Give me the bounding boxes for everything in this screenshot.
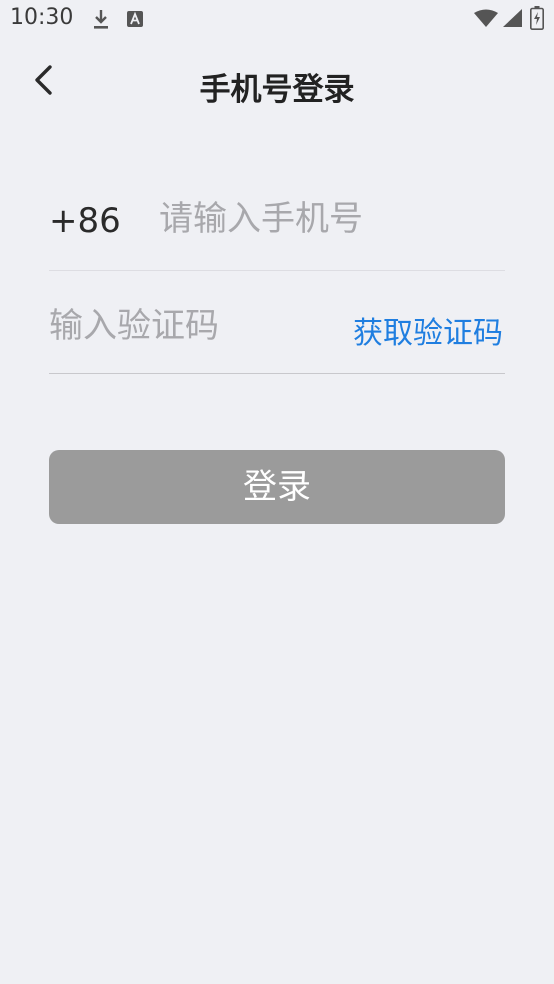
status-time: 10:30 [10,5,74,30]
battery-charging-icon [530,6,544,30]
get-code-button[interactable]: 获取验证码 [353,308,503,352]
wifi-icon [474,9,498,27]
country-code-selector[interactable]: +86 [49,201,121,241]
login-form: +86 获取验证码 [49,168,505,374]
verification-code-row: 获取验证码 [49,271,505,374]
login-button[interactable]: 登录 [49,450,505,524]
phone-row: +86 [49,168,505,271]
signal-icon [503,9,522,27]
verification-code-input[interactable] [49,303,339,349]
page-title: 手机号登录 [199,72,355,108]
phone-input[interactable] [159,196,499,242]
font-a-icon [127,11,143,27]
download-icon [94,10,108,29]
status-bar: 10:30 [0,0,554,38]
nav-bar: 手机号登录 [0,50,554,114]
